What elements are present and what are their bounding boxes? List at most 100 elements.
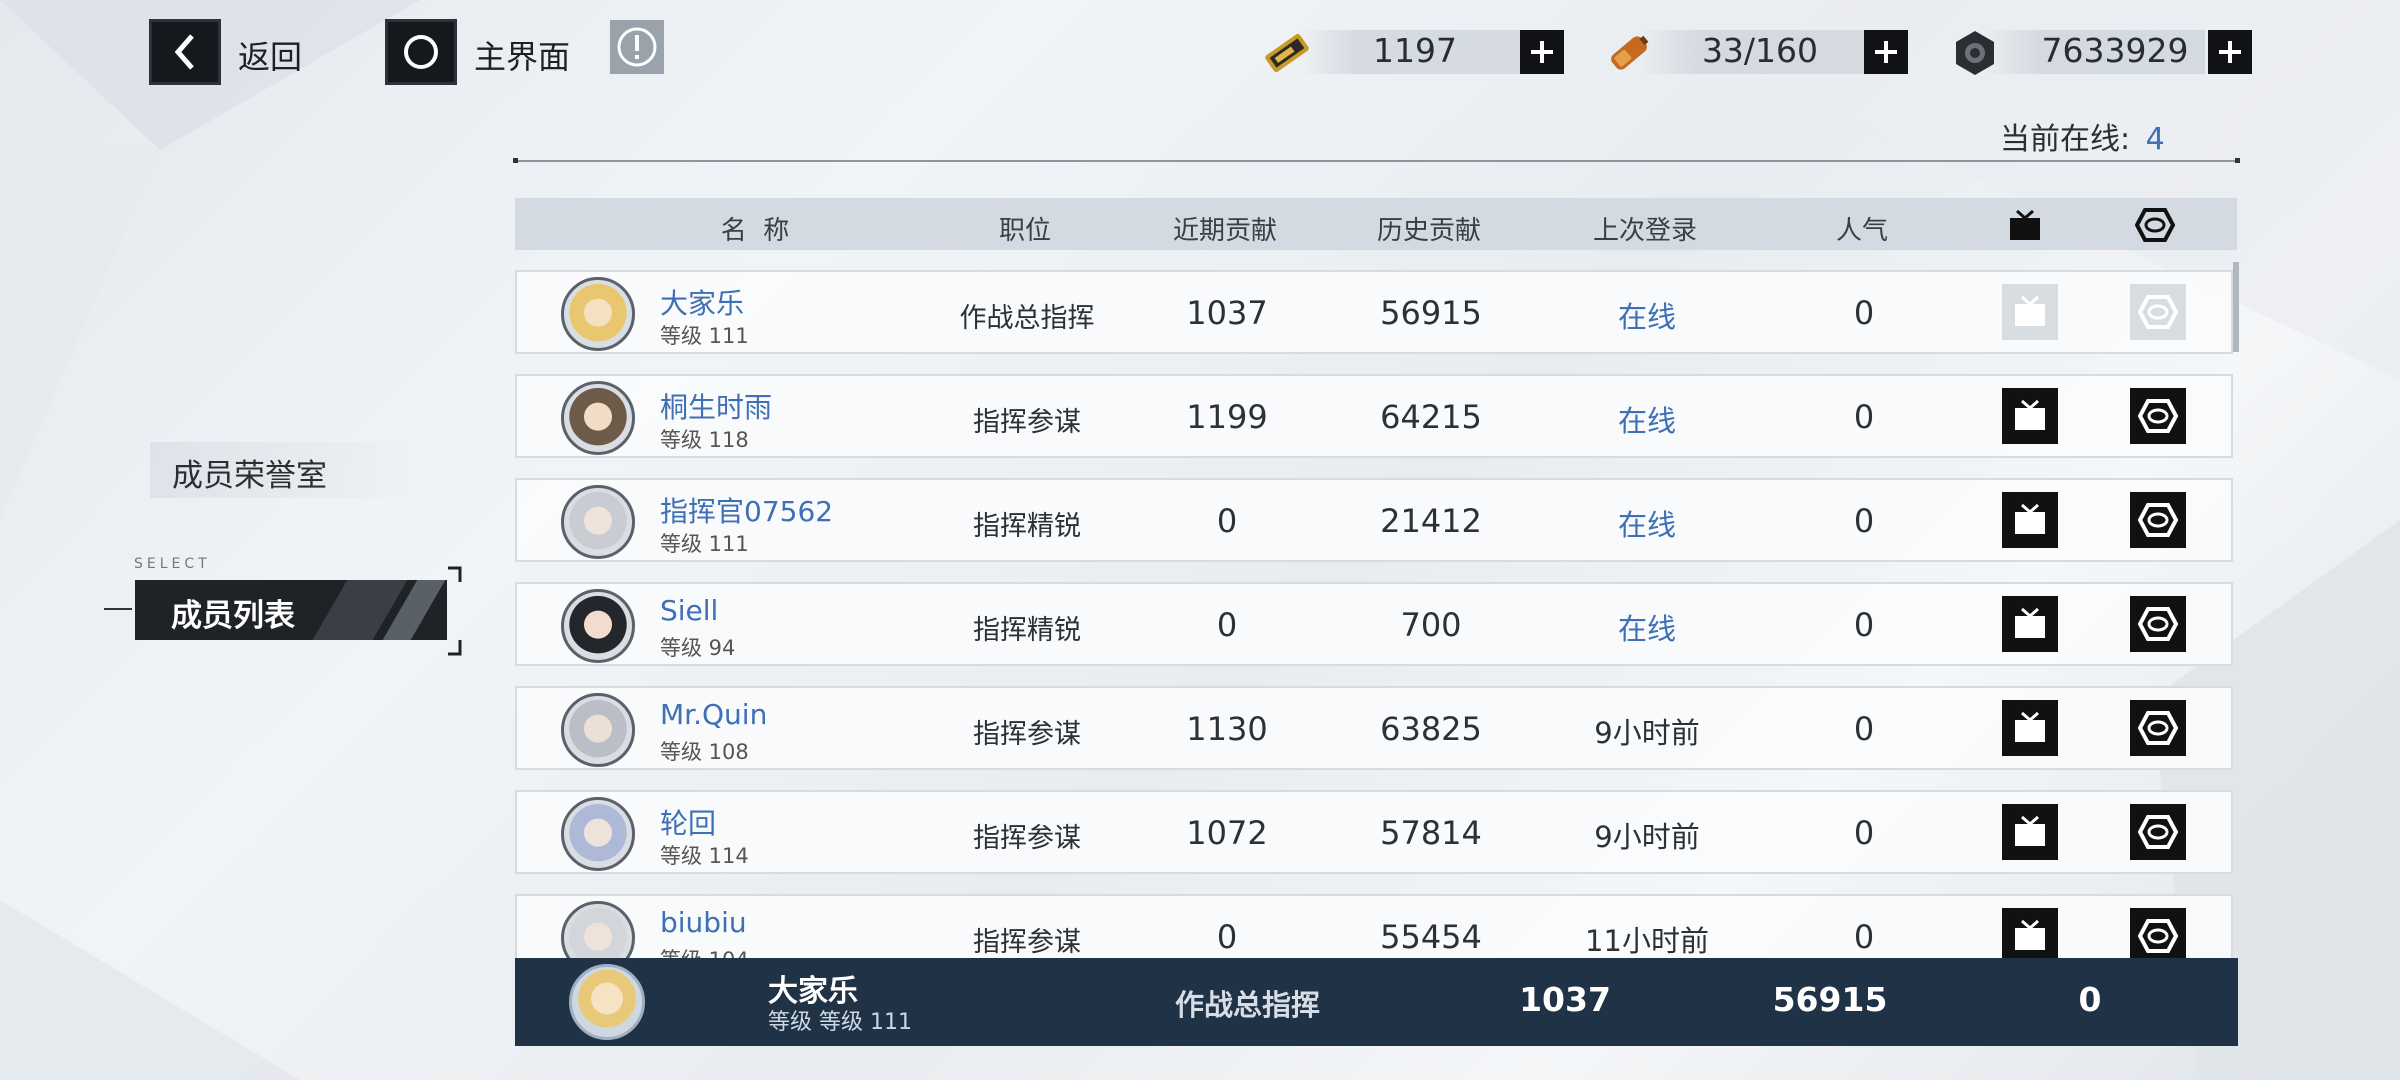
member-last-login: 9小时前 xyxy=(1594,716,1700,750)
member-level: 等级 114 xyxy=(660,844,749,868)
member-history: 56915 xyxy=(1380,294,1482,332)
member-popularity: 0 xyxy=(1853,814,1875,852)
detail-button[interactable] xyxy=(2130,284,2186,340)
self-level: 等级 等级 111 xyxy=(768,1010,912,1035)
table-row[interactable]: 大家乐 等级 111 作战总指挥 1037 56915 在线 0 xyxy=(515,270,2233,354)
member-last-login: 在线 xyxy=(1617,612,1676,646)
member-recent: 0 xyxy=(1216,502,1238,540)
visit-button[interactable] xyxy=(2002,700,2058,756)
member-recent: 1037 xyxy=(1186,294,1268,332)
member-role: 指挥精锐 xyxy=(973,511,1081,542)
member-last-login: 11小时前 xyxy=(1585,924,1709,958)
member-recent: 1130 xyxy=(1186,710,1268,748)
member-avatar[interactable] xyxy=(561,693,635,767)
member-level: 等级 104 xyxy=(660,944,749,958)
member-role: 指挥参谋 xyxy=(973,407,1081,438)
visit-button[interactable] xyxy=(2002,596,2058,652)
hex-eye-icon xyxy=(2137,503,2179,537)
member-name[interactable]: Siell xyxy=(660,594,718,627)
visit-button[interactable] xyxy=(2002,284,2058,340)
member-avatar[interactable] xyxy=(561,485,635,559)
member-recent: 0 xyxy=(1216,918,1238,956)
member-popularity: 0 xyxy=(1853,398,1875,436)
table-row[interactable]: biubiu 等级 104 指挥参谋 0 55454 11小时前 0 xyxy=(515,894,2233,958)
member-recent: 1072 xyxy=(1186,814,1268,852)
member-avatar[interactable] xyxy=(561,797,635,871)
visit-button[interactable] xyxy=(2002,804,2058,860)
hex-eye-icon xyxy=(2137,295,2179,329)
hex-eye-icon xyxy=(2137,919,2179,953)
member-popularity: 0 xyxy=(1853,710,1875,748)
member-history: 64215 xyxy=(1380,398,1482,436)
member-popularity: 0 xyxy=(1853,606,1875,644)
member-level: 等级 118 xyxy=(660,428,749,452)
visit-button[interactable] xyxy=(2002,492,2058,548)
hex-eye-icon xyxy=(2137,815,2179,849)
hex-eye-icon xyxy=(2137,607,2179,641)
hex-eye-icon xyxy=(2137,399,2179,433)
member-history: 21412 xyxy=(1380,502,1482,540)
member-avatar[interactable] xyxy=(561,901,635,958)
tv-gift-icon xyxy=(2015,815,2045,846)
self-summary-bar: 大家乐 等级 等级 111 作战总指挥 1037 56915 0 xyxy=(515,958,2238,1046)
member-popularity: 0 xyxy=(1853,294,1875,332)
member-popularity: 0 xyxy=(1853,502,1875,540)
member-last-login: 在线 xyxy=(1617,508,1676,542)
member-avatar[interactable] xyxy=(561,277,635,351)
tv-gift-icon xyxy=(2015,607,2045,638)
member-name[interactable]: 指挥官07562 xyxy=(660,490,833,530)
member-last-login: 在线 xyxy=(1617,404,1676,438)
self-history: 56915 xyxy=(1772,980,1888,1019)
detail-button[interactable] xyxy=(2130,804,2186,860)
table-row[interactable]: Siell 等级 94 指挥精锐 0 700 在线 0 xyxy=(515,582,2233,666)
table-row[interactable]: 指挥官07562 等级 111 指挥精锐 0 21412 在线 0 xyxy=(515,478,2233,562)
member-last-login: 在线 xyxy=(1617,300,1676,334)
member-name[interactable]: 大家乐 xyxy=(660,282,744,322)
visit-button[interactable] xyxy=(2002,388,2058,444)
tv-gift-icon xyxy=(2015,503,2045,534)
member-name[interactable]: 桐生时雨 xyxy=(660,386,772,426)
self-popularity: 0 xyxy=(2078,980,2102,1019)
table-row[interactable]: 轮回 等级 114 指挥参谋 1072 57814 9小时前 0 xyxy=(515,790,2233,874)
tv-gift-icon xyxy=(2015,399,2045,430)
member-history: 55454 xyxy=(1380,918,1482,956)
detail-button[interactable] xyxy=(2130,596,2186,652)
self-avatar xyxy=(569,964,645,1040)
member-level: 等级 108 xyxy=(660,740,749,764)
member-recent: 1199 xyxy=(1186,398,1268,436)
member-name[interactable]: Mr.Quin xyxy=(660,698,767,731)
detail-button[interactable] xyxy=(2130,908,2186,958)
member-recent: 0 xyxy=(1216,606,1238,644)
member-last-login: 9小时前 xyxy=(1594,820,1700,854)
member-level: 等级 94 xyxy=(660,636,736,660)
member-history: 63825 xyxy=(1380,710,1482,748)
self-recent: 1037 xyxy=(1519,980,1611,1019)
tv-gift-icon xyxy=(2015,919,2045,950)
member-role: 作战总指挥 xyxy=(959,303,1095,334)
member-avatar[interactable] xyxy=(561,589,635,663)
member-history: 57814 xyxy=(1380,814,1482,852)
hex-eye-icon xyxy=(2137,711,2179,745)
detail-button[interactable] xyxy=(2130,388,2186,444)
member-avatar[interactable] xyxy=(561,381,635,455)
member-role: 指挥参谋 xyxy=(973,719,1081,750)
detail-button[interactable] xyxy=(2130,492,2186,548)
member-name[interactable]: 轮回 xyxy=(660,802,716,842)
visit-button[interactable] xyxy=(2002,908,2058,958)
member-level: 等级 111 xyxy=(660,324,749,348)
member-level: 等级 111 xyxy=(660,532,749,556)
tv-gift-icon xyxy=(2015,295,2045,326)
self-role: 作战总指挥 xyxy=(1175,988,1321,1022)
member-name[interactable]: biubiu xyxy=(660,906,747,939)
member-popularity: 0 xyxy=(1853,918,1875,956)
table-row[interactable]: Mr.Quin 等级 108 指挥参谋 1130 63825 9小时前 0 xyxy=(515,686,2233,770)
member-role: 指挥精锐 xyxy=(973,615,1081,646)
list-scrollbar[interactable] xyxy=(2233,262,2239,352)
member-role: 指挥参谋 xyxy=(973,927,1081,958)
tv-gift-icon xyxy=(2015,711,2045,742)
member-history: 700 xyxy=(1400,606,1462,644)
detail-button[interactable] xyxy=(2130,700,2186,756)
table-row[interactable]: 桐生时雨 等级 118 指挥参谋 1199 64215 在线 0 xyxy=(515,374,2233,458)
member-list[interactable]: 大家乐 等级 111 作战总指挥 1037 56915 在线 0 桐生时雨 等级 118 指挥参谋… xyxy=(0,0,2400,958)
member-role: 指挥参谋 xyxy=(973,823,1081,854)
